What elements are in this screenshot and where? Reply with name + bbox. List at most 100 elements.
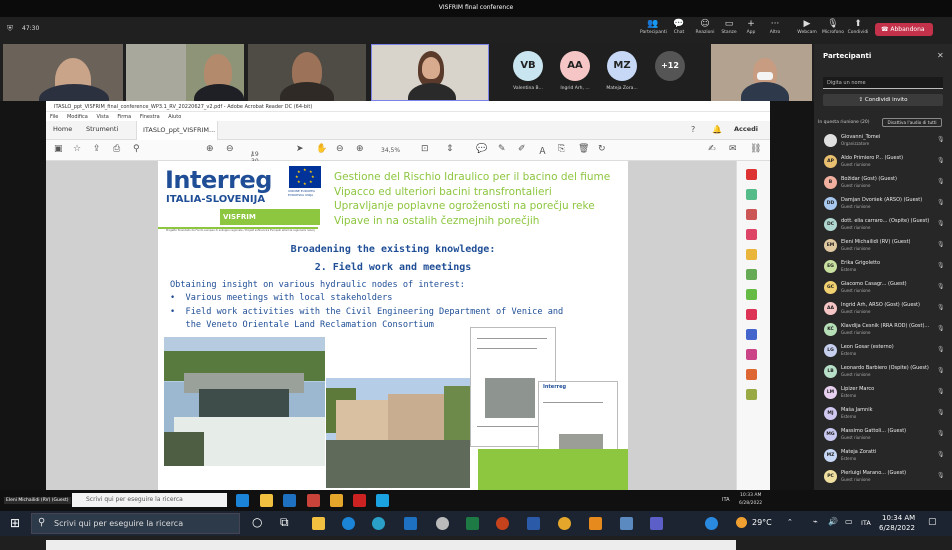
mic-muted-icon[interactable]: 🎙 xyxy=(937,388,945,395)
mic-muted-icon[interactable]: 🎙 xyxy=(937,262,945,269)
sign-in-button[interactable]: Accedi xyxy=(734,125,758,133)
app-people-icon[interactable] xyxy=(620,517,633,530)
cortana-icon[interactable]: ○ xyxy=(252,515,262,529)
inner-acrobat-icon[interactable] xyxy=(353,494,366,507)
mic-muted-icon[interactable]: 🎙 xyxy=(937,283,945,290)
participant-row[interactable]: KĆ Klavdija Česnik (RRA ROD) (Gost)... Gue… xyxy=(814,319,952,340)
video-tile-1[interactable] xyxy=(3,44,123,101)
clock-date[interactable]: 6/28/2022 xyxy=(879,524,915,532)
undo-icon[interactable]: ↻ xyxy=(598,144,606,154)
mic-muted-icon[interactable]: 🎙 xyxy=(937,430,945,437)
video-tile-5[interactable] xyxy=(711,44,812,101)
mic-muted-icon[interactable]: 🎙 xyxy=(937,220,945,227)
mic-muted-icon[interactable]: 🎙 xyxy=(937,325,945,332)
participant-row[interactable]: LB Leonardo Barbiero (Ospite) (Guest) Gues… xyxy=(814,361,952,382)
menu-window[interactable]: Finestra xyxy=(140,114,160,120)
participant-row[interactable]: EM Eleni Michailidi (RV) (Guest) Guest riu… xyxy=(814,235,952,256)
inner-chrome-icon[interactable] xyxy=(330,494,343,507)
protect-icon[interactable] xyxy=(746,329,757,340)
mic-muted-icon[interactable]: 🎙 xyxy=(937,409,945,416)
create-pdf-icon[interactable] xyxy=(746,229,757,240)
reactions-button[interactable]: ☺ Reazioni xyxy=(692,19,718,35)
print-icon[interactable]: ⎙ xyxy=(113,144,120,154)
video-tile-3[interactable] xyxy=(248,44,366,101)
chat-button[interactable]: 💬 Chat xyxy=(666,19,692,35)
participants-button[interactable]: 👥 Partecipanti xyxy=(640,19,667,35)
participant-row[interactable]: MJ Maša Jamnik Esterno 🎙 xyxy=(814,403,952,424)
mail-icon[interactable] xyxy=(404,517,417,530)
excel-icon[interactable] xyxy=(466,517,479,530)
webcam-button[interactable]: ▶ Webcam xyxy=(794,19,820,35)
inner-search-box[interactable]: Scrivi qui per eseguire la ricerca xyxy=(72,493,227,507)
compare-icon[interactable] xyxy=(746,389,757,400)
inner-edge-icon[interactable] xyxy=(236,494,249,507)
link-icon[interactable]: ⛓ xyxy=(750,144,761,154)
create-icon[interactable]: ▣ xyxy=(54,144,63,154)
more-button[interactable]: ··· Altro xyxy=(762,19,788,35)
apps-button[interactable]: + App xyxy=(738,19,764,35)
sign-icon[interactable]: ✍ xyxy=(708,144,716,154)
mic-muted-icon[interactable]: 🎙 xyxy=(937,451,945,458)
mic-muted-icon[interactable]: 🎙 xyxy=(937,199,945,206)
participant-row[interactable]: MZ Mateja Zorattì Esterno 🎙 xyxy=(814,445,952,466)
battery-icon[interactable]: ▭ xyxy=(845,517,853,526)
page-down-icon[interactable]: ⊖ xyxy=(226,144,234,154)
more-participants-avatar[interactable]: +12 xyxy=(655,51,685,81)
participant-row[interactable]: B Božidar (Gost) (Guest) Guest riunione 🎙 xyxy=(814,172,952,193)
app-orange-icon[interactable] xyxy=(589,517,602,530)
close-icon[interactable]: ✕ xyxy=(937,51,944,60)
participant-row[interactable]: DC dott. elia carraro... (Ospite) (Guest)… xyxy=(814,214,952,235)
search-tool-icon[interactable] xyxy=(746,169,757,180)
horizontal-scrollbar[interactable] xyxy=(46,540,736,550)
participant-row[interactable]: Giovanni_Tomei Organizzatore 🎙 xyxy=(814,130,952,151)
notification-icon[interactable]: ▢ xyxy=(928,517,937,527)
clock-time[interactable]: 10:34 AM xyxy=(882,514,915,522)
steam-icon[interactable] xyxy=(436,517,449,530)
windows-start-icon[interactable]: ⊞ xyxy=(10,516,20,530)
mute-all-button[interactable]: Disattiva l'audio di tutti xyxy=(882,118,942,127)
menu-edit[interactable]: Modifica xyxy=(67,114,88,120)
participant-row[interactable]: LM Lipizer Marco Esterno 🎙 xyxy=(814,382,952,403)
search-icon[interactable]: ⚲ xyxy=(133,144,140,154)
comment-tool-icon[interactable] xyxy=(746,249,757,260)
inner-gmail-icon[interactable] xyxy=(307,494,320,507)
organize-pages-icon[interactable] xyxy=(746,289,757,300)
fill-sign-icon[interactable] xyxy=(746,309,757,320)
cursor-icon[interactable]: ➤ xyxy=(296,144,304,154)
mic-muted-icon[interactable]: 🎙 xyxy=(937,157,945,164)
video-tile-active-speaker[interactable] xyxy=(371,44,489,101)
page-up-icon[interactable]: ⊕ xyxy=(206,144,214,154)
tab-tools[interactable]: Strumenti xyxy=(86,125,118,133)
inner-explorer-icon[interactable] xyxy=(260,494,273,507)
participant-row[interactable]: MG Massimo Gattoli... (Guest) Guest riunio… xyxy=(814,424,952,445)
language-indicator[interactable]: ITA xyxy=(861,519,871,527)
avatar-vb[interactable]: VB xyxy=(513,51,543,81)
mic-muted-icon[interactable]: 🎙 xyxy=(937,367,945,374)
menu-help[interactable]: Aiuto xyxy=(168,114,181,120)
delete-icon[interactable]: 🗑 xyxy=(578,144,589,154)
star-icon[interactable]: ☆ xyxy=(73,144,81,154)
draw-icon[interactable]: ✐ xyxy=(518,144,526,154)
inner-mail-icon[interactable] xyxy=(283,494,296,507)
network-icon[interactable]: ⌁ xyxy=(813,517,818,526)
menu-file[interactable]: File xyxy=(50,114,58,120)
document-viewport[interactable]: Interreg ★ ★ ★ ★ ★ ★ ★ ★ UNIONE EUROPEA EVROPSK… xyxy=(46,161,736,550)
text-icon[interactable]: Ａ xyxy=(538,144,547,157)
teams-icon[interactable] xyxy=(650,517,663,530)
powerpoint-icon[interactable] xyxy=(496,517,509,530)
stamp-icon[interactable]: ⎘ xyxy=(558,144,565,154)
hand-icon[interactable]: ✋ xyxy=(316,144,327,154)
tray-icon[interactable] xyxy=(705,517,718,530)
tab-home[interactable]: Home xyxy=(53,125,72,133)
mic-muted-icon[interactable]: 🎙 xyxy=(937,136,945,143)
mic-muted-icon[interactable]: 🎙 xyxy=(937,241,945,248)
chrome-icon[interactable] xyxy=(558,517,571,530)
tray-chevron-icon[interactable]: ⌃ xyxy=(787,518,793,526)
mic-muted-icon[interactable]: 🎙 xyxy=(937,472,945,479)
combine-files-icon[interactable] xyxy=(746,269,757,280)
participant-search-input[interactable]: Digita un nome xyxy=(823,77,943,89)
share-button[interactable]: ⬆ Condividi xyxy=(845,19,871,35)
microphone-button[interactable]: 🎙 Microfono xyxy=(820,19,846,35)
participant-row[interactable]: LG Leon Gosar (esterno) Esterno 🎙 xyxy=(814,340,952,361)
scroll-mode-icon[interactable]: ⇕ xyxy=(446,144,454,154)
